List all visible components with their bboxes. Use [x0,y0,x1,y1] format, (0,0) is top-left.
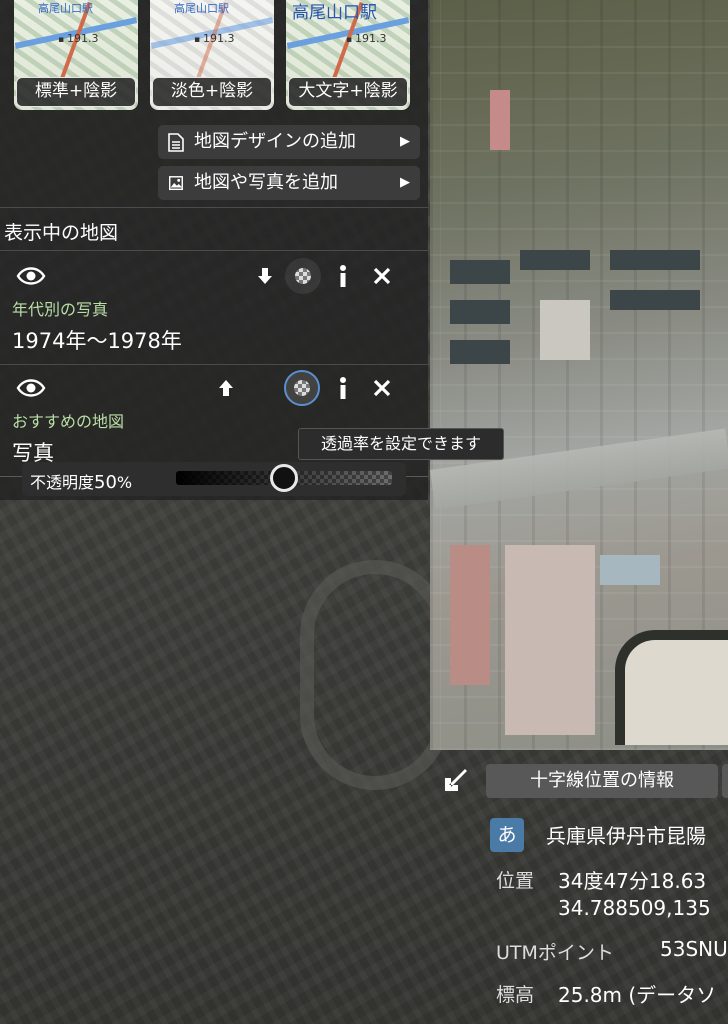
add-map-photo-button[interactable]: 地図や写真を追加 ▶ [158,166,420,200]
document-icon [168,133,184,152]
chevron-right-icon: ▶ [400,175,410,190]
divider [0,250,428,251]
position-decimal: 34.788509,135 [558,896,711,920]
crosshair-extra-button[interactable] [722,764,728,798]
arrow-up-icon [219,380,233,396]
utm-label: UTMポイント [496,942,614,964]
opacity-value: 50 [94,472,117,493]
add-map-design-button[interactable]: 地図デザインの追加 ▶ [158,125,420,159]
thumbnail-station: 高尾山口駅 [174,2,229,15]
arrow-down-icon [258,268,272,284]
info-icon [340,265,346,287]
arrow-down-left-icon[interactable] [440,766,470,796]
layer-name: 1974年〜1978年 [12,329,182,353]
image-icon [169,176,183,191]
thumbnail-elevation: 191.3 [58,32,99,45]
crosshair-address: 兵庫県伊丹市昆陽 [546,824,706,848]
tooltip: 透過率を設定できます [298,428,504,460]
section-title-active-maps: 表示中の地図 [4,222,119,244]
close-icon [373,267,391,285]
address-reading-badge[interactable]: あ [490,818,524,852]
move-up-button[interactable] [208,370,244,406]
thumbnail-label: 淡色+陰影 [152,77,272,107]
thumbnail-label: 標準+陰影 [16,77,136,107]
thumbnail-standard[interactable]: 高尾山口駅 191.3 標準+陰影 [14,0,138,110]
map-design-thumbnails: 高尾山口駅 191.3 標準+陰影 高尾山口駅 191.3 淡色+陰影 高尾山口… [0,0,428,112]
elevation-label: 標高 [496,984,535,1006]
remove-layer-button[interactable] [364,370,400,406]
crosshair-info-button[interactable]: 十字線位置の情報 [486,764,718,798]
map-stadium-track [300,560,450,790]
opacity-button[interactable] [285,258,321,294]
info-icon [340,377,346,399]
elevation-value: 25.8m (データソ [558,983,717,1007]
thumbnail-elevation: 191.3 [194,32,235,45]
map-layers-panel: 高尾山口駅 191.3 標準+陰影 高尾山口駅 191.3 淡色+陰影 高尾山口… [0,0,428,500]
add-map-photo-label: 地図や写真を追加 [194,172,338,193]
thumbnail-label: 大文字+陰影 [288,77,408,107]
checker-icon [295,268,311,284]
map-photo-area[interactable] [430,0,728,750]
thumbnail-station: 高尾山口駅 [292,3,377,23]
info-button[interactable] [325,370,361,406]
opacity-button[interactable] [284,370,320,406]
divider [0,207,428,208]
thumbnail-large-text[interactable]: 高尾山口駅 191.3 大文字+陰影 [286,0,410,110]
thumbnail-pale[interactable]: 高尾山口駅 191.3 淡色+陰影 [150,0,274,110]
close-icon [373,379,391,397]
position-dms: 34度47分18.63 [558,869,707,893]
divider [0,364,428,365]
move-down-button[interactable] [247,258,283,294]
eye-icon[interactable] [16,377,46,399]
chevron-right-icon: ▶ [400,134,410,149]
layer-type: 年代別の写真 [12,300,109,319]
thumbnail-elevation: 191.3 [346,32,387,45]
eye-icon[interactable] [16,265,46,287]
info-button[interactable] [325,258,361,294]
add-map-design-label: 地図デザインの追加 [194,131,356,152]
thumbnail-station: 高尾山口駅 [38,2,93,15]
opacity-slider: 不透明度50% [22,462,406,496]
opacity-label: 不透明度50% [30,472,133,493]
remove-layer-button[interactable] [364,258,400,294]
layer-type: おすすめの地図 [12,412,125,431]
position-label: 位置 [496,870,535,892]
opacity-slider-handle[interactable] [270,464,298,492]
checker-icon [294,380,310,396]
utm-value: 53SNU [660,937,728,961]
